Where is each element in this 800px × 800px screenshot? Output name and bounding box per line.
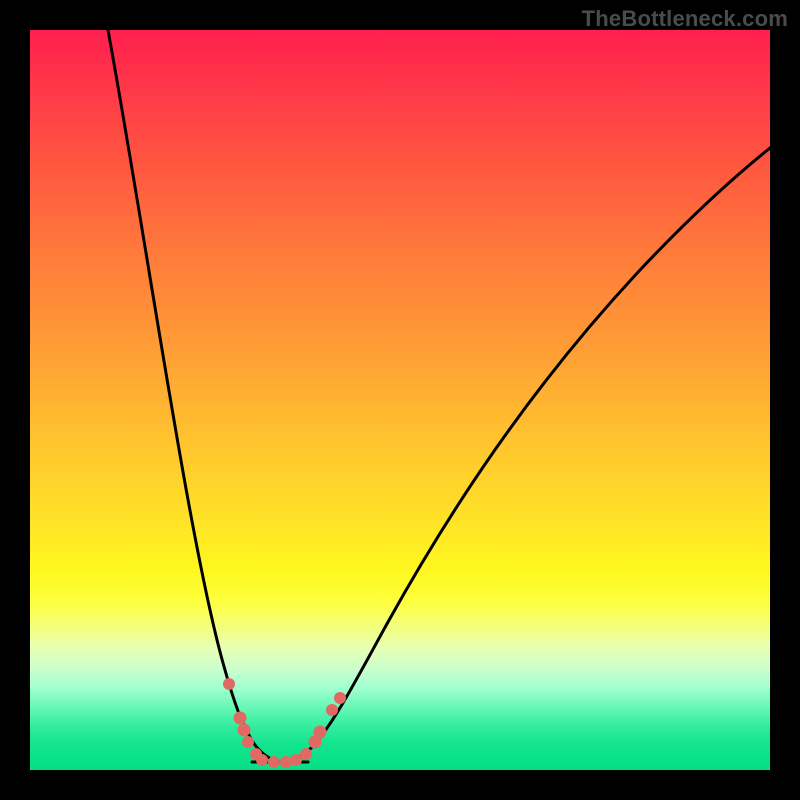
watermark: TheBottleneck.com: [582, 6, 788, 32]
chart-frame: TheBottleneck.com: [0, 0, 800, 800]
bottleneck-curve: [30, 30, 770, 770]
plot-area: [30, 30, 770, 770]
